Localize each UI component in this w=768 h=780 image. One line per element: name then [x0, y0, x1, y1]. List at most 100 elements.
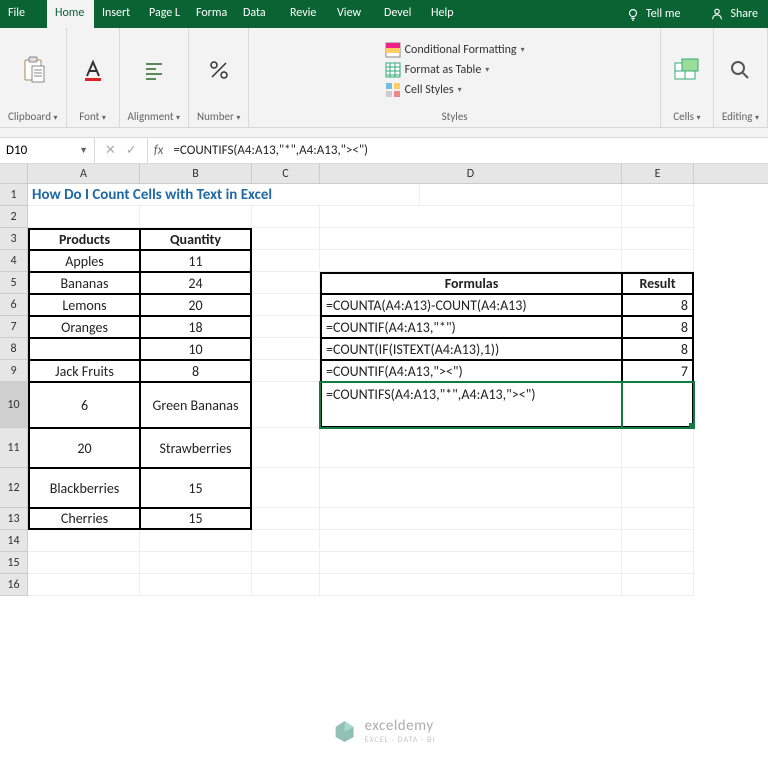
- cell[interactable]: 10: [140, 338, 252, 360]
- cell[interactable]: Green Bananas: [140, 382, 252, 428]
- column-header[interactable]: C: [252, 164, 320, 183]
- cell[interactable]: =COUNT(IF(ISTEXT(A4:A13),1)): [320, 338, 622, 360]
- cell[interactable]: [320, 508, 622, 530]
- cell[interactable]: 20: [28, 428, 140, 468]
- paste-button[interactable]: [15, 54, 51, 86]
- menu-tab-forma[interactable]: Forma: [188, 0, 235, 28]
- cell[interactable]: 7: [622, 360, 694, 382]
- row-header[interactable]: 7: [0, 316, 28, 338]
- cell[interactable]: =COUNTIF(A4:A13,"><"): [320, 360, 622, 382]
- cell[interactable]: Bananas: [28, 272, 140, 294]
- row-header[interactable]: 4: [0, 250, 28, 272]
- cell[interactable]: [320, 228, 622, 250]
- cell[interactable]: [622, 552, 694, 574]
- row-header[interactable]: 8: [0, 338, 28, 360]
- cell[interactable]: [622, 468, 694, 508]
- row-header[interactable]: 16: [0, 574, 28, 596]
- chevron-down-icon[interactable]: ▾: [696, 113, 700, 123]
- row-header[interactable]: 15: [0, 552, 28, 574]
- format-as-table-button[interactable]: Format as Table ▾: [383, 61, 527, 79]
- select-all-corner[interactable]: [0, 164, 28, 183]
- chevron-down-icon[interactable]: ▼: [79, 145, 88, 156]
- cell[interactable]: [622, 206, 694, 228]
- chevron-down-icon[interactable]: ▾: [236, 113, 240, 123]
- chevron-down-icon[interactable]: ▾: [755, 113, 759, 123]
- alignment-button[interactable]: [136, 54, 172, 86]
- cell[interactable]: [320, 206, 622, 228]
- cell[interactable]: [622, 228, 694, 250]
- chevron-down-icon[interactable]: ▾: [102, 113, 106, 123]
- cell[interactable]: Lemons: [28, 294, 140, 316]
- cell[interactable]: [252, 574, 320, 596]
- cell[interactable]: [622, 250, 694, 272]
- cell[interactable]: [320, 428, 622, 468]
- menu-tab-insert[interactable]: Insert: [94, 0, 141, 28]
- cell[interactable]: Blackberries: [28, 468, 140, 508]
- row-header[interactable]: 13: [0, 508, 28, 530]
- cell[interactable]: [252, 228, 320, 250]
- cell[interactable]: Formulas: [320, 272, 622, 294]
- cell[interactable]: Quantity: [140, 228, 252, 250]
- row-header[interactable]: 5: [0, 272, 28, 294]
- row-header[interactable]: 2: [0, 206, 28, 228]
- cell[interactable]: [320, 552, 622, 574]
- editing-button[interactable]: [722, 54, 758, 86]
- cell[interactable]: Jack Fruits: [28, 360, 140, 382]
- cell[interactable]: [252, 316, 320, 338]
- cell[interactable]: [622, 184, 694, 206]
- cell[interactable]: 24: [140, 272, 252, 294]
- menu-tab-devel[interactable]: Devel: [376, 0, 423, 28]
- row-header[interactable]: 14: [0, 530, 28, 552]
- cell[interactable]: [252, 206, 320, 228]
- cell[interactable]: [320, 468, 622, 508]
- cell[interactable]: [28, 338, 140, 360]
- cell[interactable]: [252, 552, 320, 574]
- row-header[interactable]: 6: [0, 294, 28, 316]
- menu-tab-data[interactable]: Data: [235, 0, 282, 28]
- name-box[interactable]: D10 ▼: [0, 138, 95, 163]
- cell[interactable]: [252, 428, 320, 468]
- cell[interactable]: [622, 574, 694, 596]
- number-button[interactable]: [201, 54, 237, 86]
- menu-tab-page-l[interactable]: Page L: [141, 0, 188, 28]
- cell[interactable]: [140, 206, 252, 228]
- cell[interactable]: [252, 272, 320, 294]
- cell[interactable]: [622, 530, 694, 552]
- column-header[interactable]: D: [320, 164, 622, 183]
- row-header[interactable]: 11: [0, 428, 28, 468]
- cell[interactable]: [28, 552, 140, 574]
- cell[interactable]: How Do I Count Cells with Text in Excel: [28, 184, 420, 206]
- cell[interactable]: [28, 206, 140, 228]
- font-button[interactable]: [75, 54, 111, 86]
- cell[interactable]: [140, 574, 252, 596]
- row-header[interactable]: 1: [0, 184, 28, 206]
- menu-tab-revie[interactable]: Revie: [282, 0, 329, 28]
- cell[interactable]: 15: [140, 468, 252, 508]
- cell[interactable]: [140, 552, 252, 574]
- row-header[interactable]: 9: [0, 360, 28, 382]
- column-header[interactable]: E: [622, 164, 694, 183]
- cell[interactable]: 8: [140, 360, 252, 382]
- cell[interactable]: 8: [622, 338, 694, 360]
- cell[interactable]: [252, 338, 320, 360]
- conditional-formatting-button[interactable]: Conditional Formatting ▾: [383, 41, 527, 59]
- cell[interactable]: [28, 530, 140, 552]
- cell[interactable]: Products: [28, 228, 140, 250]
- chevron-down-icon[interactable]: ▾: [176, 113, 180, 123]
- cell[interactable]: 18: [140, 316, 252, 338]
- cell[interactable]: Apples: [28, 250, 140, 272]
- cell[interactable]: [320, 250, 622, 272]
- cell[interactable]: =COUNTIF(A4:A13,"*"): [320, 316, 622, 338]
- tell-me-link[interactable]: Tell me: [646, 7, 681, 21]
- cell[interactable]: [252, 360, 320, 382]
- cell[interactable]: Oranges: [28, 316, 140, 338]
- cell[interactable]: =COUNTIFS(A4:A13,"*",A4:A13,"><"): [320, 382, 622, 428]
- menu-tab-home[interactable]: Home: [47, 0, 94, 28]
- cells-area[interactable]: How Do I Count Cells with Text in Excel P…: [28, 184, 768, 596]
- cell[interactable]: 8: [622, 294, 694, 316]
- menu-tab-help[interactable]: Help: [423, 0, 470, 28]
- cell[interactable]: [252, 294, 320, 316]
- chevron-down-icon[interactable]: ▾: [54, 113, 58, 123]
- cell-styles-button[interactable]: Cell Styles ▾: [383, 81, 527, 99]
- cell[interactable]: [252, 530, 320, 552]
